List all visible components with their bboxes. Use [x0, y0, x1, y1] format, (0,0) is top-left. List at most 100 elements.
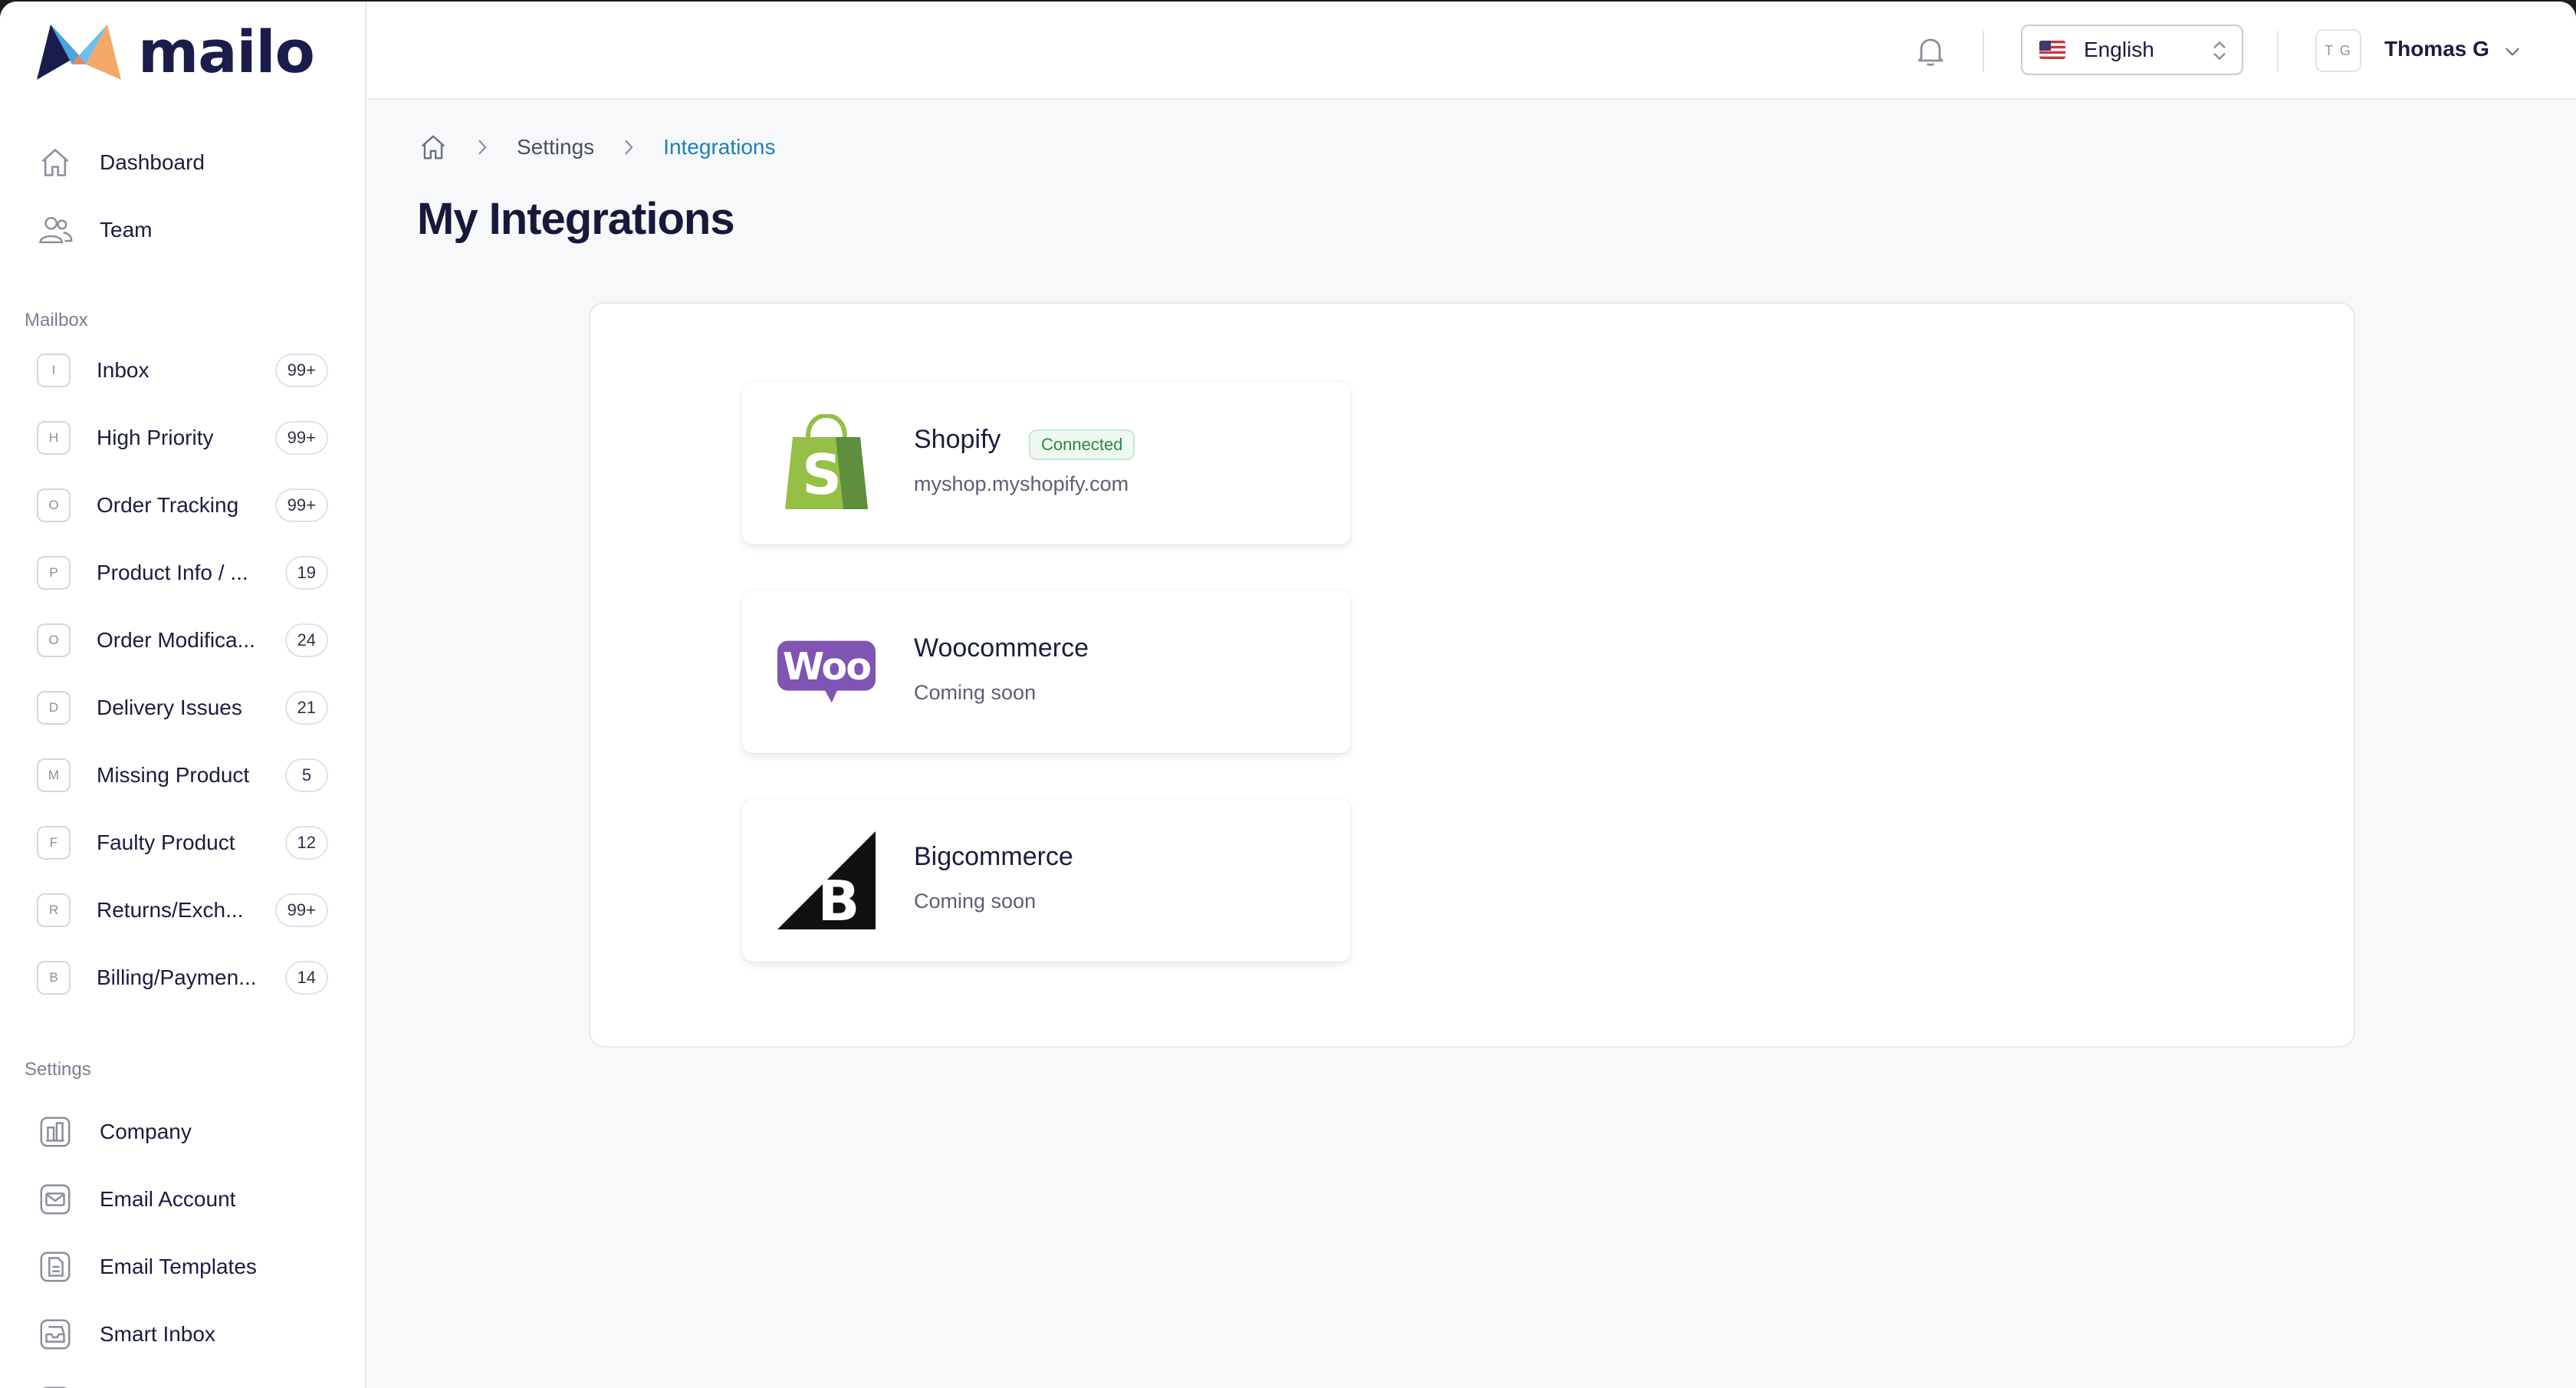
integration-card-bigcommerce[interactable]: B Bigcommerce Coming soon: [742, 799, 1351, 962]
integration-subtitle: Coming soon: [914, 890, 1037, 913]
sidebar-item-missing-product[interactable]: M Missing Product 5: [25, 748, 340, 803]
woocommerce-logo: Woo: [777, 623, 876, 721]
document-icon: [34, 1245, 77, 1288]
folder-letter-icon: F: [37, 826, 71, 860]
svg-text:B: B: [818, 869, 860, 929]
building-icon: [34, 1110, 77, 1153]
sidebar-item-label: Billing/Paymen...: [97, 965, 257, 989]
users-icon: [34, 209, 77, 252]
unread-count-badge: 5: [285, 758, 328, 792]
bigcommerce-logo: B: [777, 831, 876, 929]
sidebar-item-dashboard[interactable]: Dashboard: [25, 135, 340, 190]
sidebar-item-more[interactable]: [25, 1374, 340, 1388]
unread-count-badge: 14: [284, 961, 328, 995]
chevron-right-icon: [475, 139, 489, 156]
home-icon: [34, 141, 77, 184]
sidebar-item-label: Company: [100, 1120, 192, 1143]
folder-letter-icon: O: [37, 623, 71, 657]
chevron-right-icon: [622, 139, 636, 156]
header-divider: [2277, 31, 2279, 72]
sidebar-item-order-modification[interactable]: O Order Modifica... 24: [25, 613, 340, 668]
integration-card-woocommerce[interactable]: Woo Woocommerce Coming soon: [742, 590, 1351, 753]
folder-letter-icon: M: [37, 758, 71, 792]
folder-letter-icon: R: [37, 893, 71, 927]
sidebar-item-label: Dashboard: [100, 150, 205, 174]
app-window: mailo Dashboard Team Mailbox I Inbox 99+…: [0, 2, 2576, 1388]
sidebar-item-label: Order Modifica...: [97, 628, 255, 652]
sidebar-item-email-account[interactable]: Email Account: [25, 1172, 340, 1227]
home-icon[interactable]: [419, 133, 448, 162]
us-flag-icon: [2039, 41, 2065, 59]
folder-letter-icon: B: [37, 961, 71, 995]
integration-name: Shopify: [914, 425, 1001, 454]
sidebar-item-label: High Priority: [97, 426, 214, 449]
chevron-down-icon[interactable]: [2502, 41, 2522, 65]
unread-count-badge: 99+: [274, 421, 328, 455]
unread-count-badge: 21: [284, 691, 328, 725]
bell-icon[interactable]: [1912, 32, 1949, 69]
settings-section-label: Settings: [25, 1059, 91, 1080]
brand-logo[interactable]: mailo: [37, 23, 315, 81]
breadcrumb-integrations[interactable]: Integrations: [663, 135, 775, 160]
header-divider: [1983, 31, 1984, 72]
sidebar-item-team[interactable]: Team: [25, 202, 340, 258]
integration-subtitle: myshop.myshopify.com: [914, 472, 1129, 495]
sidebar-item-label: Missing Product: [97, 763, 250, 787]
chevron-up-down-icon: [2211, 38, 2228, 67]
sidebar-item-label: Email Templates: [100, 1255, 257, 1278]
sidebar-item-email-templates[interactable]: Email Templates: [25, 1239, 340, 1294]
folder-letter-icon: D: [37, 691, 71, 725]
mailo-logo-icon: [37, 25, 121, 80]
sidebar-item-delivery-issues[interactable]: D Delivery Issues 21: [25, 680, 340, 735]
integration-card-shopify[interactable]: S Shopify Connected myshop.myshopify.com: [742, 382, 1351, 544]
breadcrumb: Settings Integrations: [419, 130, 776, 164]
sidebar-item-label: Faulty Product: [97, 830, 235, 854]
sidebar-item-label: Smart Inbox: [100, 1322, 215, 1346]
sidebar-item-inbox[interactable]: I Inbox 99+: [25, 343, 340, 398]
page-title: My Integrations: [417, 194, 735, 244]
language-label: English: [2084, 38, 2154, 61]
sidebar-item-company[interactable]: Company: [25, 1104, 340, 1159]
top-header: [368, 2, 2576, 100]
integrations-panel: S Shopify Connected myshop.myshopify.com…: [589, 302, 2355, 1048]
sidebar-item-label: Returns/Exch...: [97, 898, 244, 922]
unread-count-badge: 99+: [274, 893, 328, 927]
unread-count-badge: 12: [284, 826, 328, 860]
settings-item-icon: [34, 1380, 77, 1388]
sidebar-item-label: Order Tracking: [97, 493, 239, 517]
integration-subtitle: Coming soon: [914, 681, 1037, 704]
sidebar-item-label: Product Info / ...: [97, 561, 248, 584]
integration-name: Woocommerce: [914, 633, 1089, 663]
sidebar-item-label: Inbox: [97, 358, 150, 382]
user-name[interactable]: Thomas G: [2384, 37, 2489, 61]
svg-text:Woo: Woo: [783, 644, 870, 689]
folder-letter-icon: I: [37, 354, 71, 387]
sidebar-item-label: Team: [100, 218, 153, 242]
unread-count-badge: 24: [284, 623, 328, 657]
sidebar-item-order-tracking[interactable]: O Order Tracking 99+: [25, 478, 340, 533]
language-select[interactable]: English: [2021, 25, 2243, 75]
sidebar-item-label: Email Account: [100, 1187, 236, 1211]
sidebar-item-faulty-product[interactable]: F Faulty Product 12: [25, 815, 340, 870]
folder-letter-icon: P: [37, 556, 71, 590]
svg-text:S: S: [802, 442, 842, 507]
avatar[interactable]: T G: [2315, 29, 2361, 72]
breadcrumb-settings[interactable]: Settings: [517, 135, 594, 160]
mailbox-section-label: Mailbox: [25, 310, 88, 331]
status-badge: Connected: [1029, 429, 1135, 460]
unread-count-badge: 99+: [274, 354, 328, 387]
unread-count-badge: 99+: [274, 488, 328, 522]
sidebar-item-product-info[interactable]: P Product Info / ... 19: [25, 545, 340, 600]
sidebar-item-high-priority[interactable]: H High Priority 99+: [25, 410, 340, 465]
sidebar-item-returns-exchanges[interactable]: R Returns/Exch... 99+: [25, 883, 340, 938]
inbox-tray-icon: [34, 1313, 77, 1356]
folder-letter-icon: H: [37, 421, 71, 455]
sidebar: mailo Dashboard Team Mailbox I Inbox 99+…: [0, 2, 366, 1388]
integration-name: Bigcommerce: [914, 842, 1073, 871]
sidebar-item-billing-payment[interactable]: B Billing/Paymen... 14: [25, 950, 340, 1005]
shopify-logo: S: [777, 414, 876, 512]
folder-letter-icon: O: [37, 488, 71, 522]
envelope-icon: [34, 1178, 77, 1221]
sidebar-item-smart-inbox[interactable]: Smart Inbox: [25, 1307, 340, 1362]
sidebar-item-label: Delivery Issues: [97, 696, 242, 719]
